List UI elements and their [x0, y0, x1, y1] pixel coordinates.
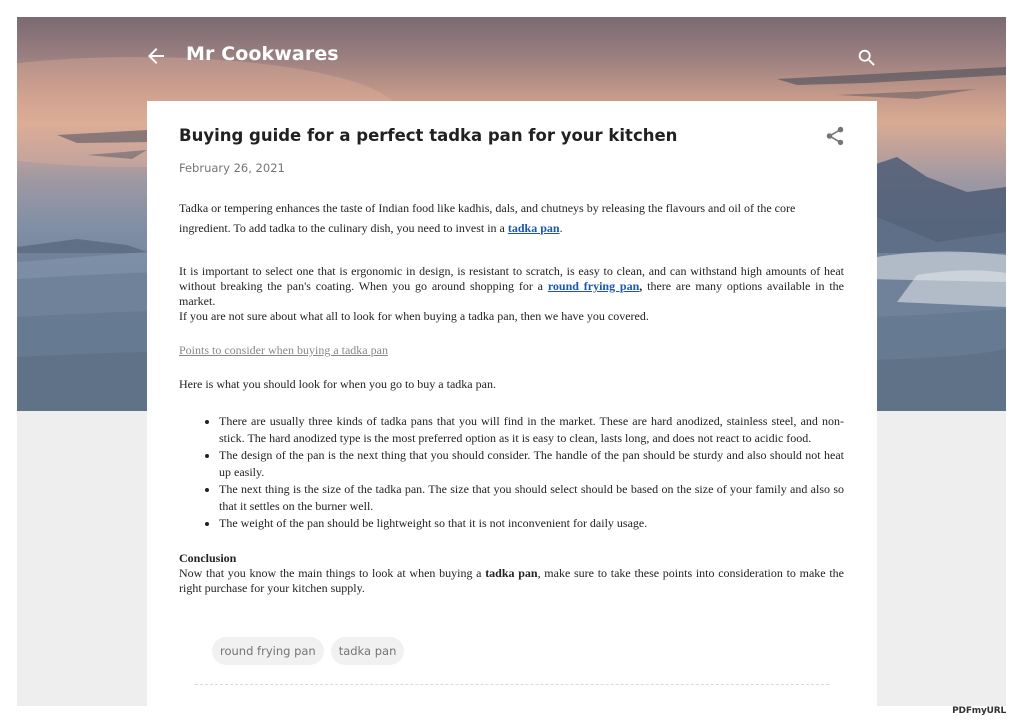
paragraph-intro: Tadka or tempering enhances the taste of… [179, 199, 844, 238]
list-item: The design of the pan is the next thing … [219, 447, 844, 480]
list-item: There are usually three kinds of tadka p… [219, 413, 844, 446]
post-date: February 26, 2021 [179, 161, 285, 175]
paragraph-selection: It is important to select one that is er… [179, 264, 844, 309]
conclusion-pre: Now that you know the main things to loo… [179, 565, 486, 580]
conclusion-text: Now that you know the main things to loo… [179, 566, 844, 596]
back-arrow-icon[interactable] [144, 44, 168, 68]
conclusion-heading: Conclusion [179, 550, 237, 565]
top-app-bar: Mr Cookwares [17, 17, 1006, 97]
subheading: Points to consider when buying a tadka p… [179, 343, 844, 358]
paragraph-text: Tadka or tempering enhances the taste of… [179, 201, 796, 235]
search-icon[interactable] [856, 47, 878, 69]
tips-list: There are usually three kinds of tadka p… [179, 413, 844, 532]
share-icon[interactable] [824, 125, 846, 147]
round-frying-pan-link[interactable]: round frying pan [548, 279, 639, 293]
post-title: Buying guide for a perfect tadka pan for… [179, 126, 678, 145]
post-labels: round frying pan tadka pan [212, 637, 405, 665]
label-chip-round-frying-pan[interactable]: round frying pan [212, 637, 324, 665]
divider [195, 684, 829, 685]
paragraph-look-for: Here is what you should look for when yo… [179, 377, 496, 391]
post-body: Tadka or tempering enhances the taste of… [179, 199, 844, 596]
site-title[interactable]: Mr Cookwares [186, 43, 339, 65]
list-item: The next thing is the size of the tadka … [219, 481, 844, 514]
label-chip-tadka-pan[interactable]: tadka pan [330, 637, 405, 665]
paragraph-covered: If you are not sure about what all to lo… [179, 309, 649, 323]
page-frame: Mr Cookwares Buying guide for a perfect … [17, 17, 1006, 706]
post-card: Buying guide for a perfect tadka pan for… [147, 101, 877, 706]
points-to-consider-link[interactable]: Points to consider when buying a tadka p… [179, 343, 388, 357]
conclusion-bold: tadka pan [485, 565, 538, 580]
paragraph-end: . [559, 220, 563, 235]
watermark-logo: PDFmyURL [952, 706, 1006, 716]
tadka-pan-link[interactable]: tadka pan [508, 221, 560, 235]
list-item: The weight of the pan should be lightwei… [219, 515, 844, 532]
